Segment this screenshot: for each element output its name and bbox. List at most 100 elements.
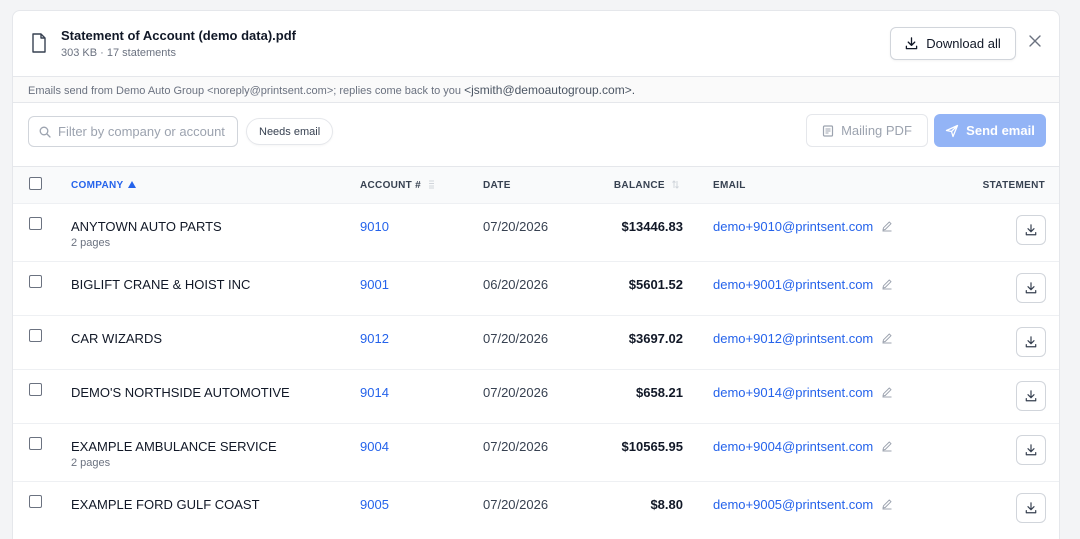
row-checkbox[interactable]: [29, 437, 42, 450]
account-number[interactable]: 9014: [360, 385, 389, 400]
download-all-button[interactable]: Download all: [890, 27, 1016, 60]
file-meta: 303 KB · 17 statements: [61, 47, 176, 59]
file-title: Statement of Account (demo data).pdf: [61, 28, 296, 43]
table-row[interactable]: ANYTOWN AUTO PARTS 2 pages 9010 07/20/20…: [13, 203, 1059, 262]
notice-text: Emails send from Demo Auto Group <norepl…: [28, 85, 465, 97]
document-icon: [822, 124, 834, 137]
account-number[interactable]: 9005: [360, 497, 389, 512]
download-statement-button[interactable]: [1016, 273, 1046, 303]
table-row[interactable]: EXAMPLE FORD GULF COAST 9005 07/20/2026 …: [13, 481, 1059, 536]
table-header-row: COMPANY ACCOUNT # DATE BALANCE EMAIL STA…: [13, 166, 1059, 204]
edit-icon[interactable]: [881, 386, 893, 398]
download-icon: [1025, 444, 1037, 456]
column-balance-label: BALANCE: [613, 179, 665, 191]
send-email-label: Send email: [966, 123, 1035, 138]
balance: $8.80: [650, 497, 683, 512]
balance: $10565.95: [621, 439, 683, 454]
column-account-label: ACCOUNT #: [360, 179, 422, 191]
column-balance[interactable]: BALANCE: [575, 167, 683, 204]
filter-box[interactable]: [28, 116, 238, 147]
download-statement-button[interactable]: [1016, 215, 1046, 245]
email-address[interactable]: demo+9004@printsent.com: [713, 439, 873, 454]
edit-icon[interactable]: [881, 220, 893, 232]
email-address[interactable]: demo+9001@printsent.com: [713, 277, 873, 292]
toolbar: Needs email Mailing PDF Send email: [13, 103, 1059, 166]
company-name: EXAMPLE FORD GULF COAST: [71, 497, 260, 512]
mailing-pdf-label: Mailing PDF: [841, 123, 912, 138]
row-checkbox[interactable]: [29, 383, 42, 396]
balance: $3697.02: [628, 331, 683, 346]
download-icon: [1025, 390, 1037, 402]
download-statement-button[interactable]: [1016, 435, 1046, 465]
statement-date: 07/20/2026: [483, 219, 549, 234]
email-address[interactable]: demo+9014@printsent.com: [713, 385, 873, 400]
table-row[interactable]: EXAMPLE AMBULANCE SERVICE 2 pages 9004 0…: [13, 423, 1059, 482]
download-all-label: Download all: [926, 36, 1001, 51]
sort-ascending-icon: [128, 180, 137, 188]
email-address[interactable]: demo+9010@printsent.com: [713, 219, 873, 234]
filter-input[interactable]: [58, 124, 230, 139]
statement-date: 07/20/2026: [483, 439, 549, 454]
page-count: 2 pages: [71, 457, 111, 469]
column-email[interactable]: EMAIL: [713, 167, 913, 204]
statement-date: 07/20/2026: [483, 385, 549, 400]
company-name: EXAMPLE AMBULANCE SERVICE: [71, 439, 277, 454]
download-statement-button[interactable]: [1016, 381, 1046, 411]
download-icon: [1025, 336, 1037, 348]
email-address[interactable]: demo+9005@printsent.com: [713, 497, 873, 512]
statement-panel: Statement of Account (demo data).pdf 303…: [12, 10, 1060, 539]
file-icon: [32, 33, 46, 53]
row-checkbox[interactable]: [29, 217, 42, 230]
table-row[interactable]: DEMO'S NORTHSIDE AUTOMOTIVE 9014 07/20/2…: [13, 369, 1059, 424]
needs-email-filter-button[interactable]: Needs email: [246, 118, 334, 145]
download-icon: [1025, 502, 1037, 514]
balance: $658.21: [636, 385, 683, 400]
page-count: 2 pages: [71, 237, 111, 249]
account-number[interactable]: 9012: [360, 331, 389, 346]
row-checkbox[interactable]: [29, 329, 42, 342]
company-name: DEMO'S NORTHSIDE AUTOMOTIVE: [71, 385, 290, 400]
column-company-label: COMPANY: [71, 179, 124, 191]
edit-icon[interactable]: [881, 498, 893, 510]
statement-date: 06/20/2026: [483, 277, 549, 292]
balance: $13446.83: [621, 219, 683, 234]
select-all-checkbox[interactable]: [29, 177, 42, 190]
statements-table: COMPANY ACCOUNT # DATE BALANCE EMAIL STA…: [13, 166, 1059, 536]
sort-icon: [429, 180, 435, 188]
download-statement-button[interactable]: [1016, 493, 1046, 523]
search-icon: [39, 126, 51, 138]
download-icon: [906, 37, 918, 50]
edit-icon[interactable]: [881, 278, 893, 290]
column-statement: STATEMENT: [982, 179, 1045, 191]
statement-date: 07/20/2026: [483, 331, 549, 346]
reply-address: <jsmith@demoautogroup.com>.: [464, 83, 636, 97]
email-address[interactable]: demo+9012@printsent.com: [713, 331, 873, 346]
column-date[interactable]: DATE: [483, 167, 575, 204]
table-row[interactable]: CAR WIZARDS 9012 07/20/2026 $3697.02 dem…: [13, 315, 1059, 370]
download-icon: [1025, 282, 1037, 294]
file-header: Statement of Account (demo data).pdf 303…: [13, 11, 1059, 77]
download-icon: [1025, 224, 1037, 236]
sort-icon: [672, 179, 679, 189]
mailing-pdf-button[interactable]: Mailing PDF: [806, 114, 928, 147]
company-name: ANYTOWN AUTO PARTS: [71, 219, 222, 234]
account-number[interactable]: 9004: [360, 439, 389, 454]
edit-icon[interactable]: [881, 332, 893, 344]
account-number[interactable]: 9010: [360, 219, 389, 234]
company-name: BIGLIFT CRANE & HOIST INC: [71, 277, 251, 292]
row-checkbox[interactable]: [29, 495, 42, 508]
download-statement-button[interactable]: [1016, 327, 1046, 357]
column-company[interactable]: COMPANY: [71, 167, 360, 204]
close-icon[interactable]: [1027, 35, 1043, 51]
send-email-button[interactable]: Send email: [934, 114, 1046, 147]
edit-icon[interactable]: [881, 440, 893, 452]
table-row[interactable]: BIGLIFT CRANE & HOIST INC 9001 06/20/202…: [13, 261, 1059, 316]
row-checkbox[interactable]: [29, 275, 42, 288]
sender-notice: Emails send from Demo Auto Group <norepl…: [13, 77, 1059, 103]
account-number[interactable]: 9001: [360, 277, 389, 292]
column-account[interactable]: ACCOUNT #: [360, 167, 483, 204]
company-name: CAR WIZARDS: [71, 331, 162, 346]
send-icon: [946, 124, 959, 137]
balance: $5601.52: [628, 277, 683, 292]
statement-date: 07/20/2026: [483, 497, 549, 512]
